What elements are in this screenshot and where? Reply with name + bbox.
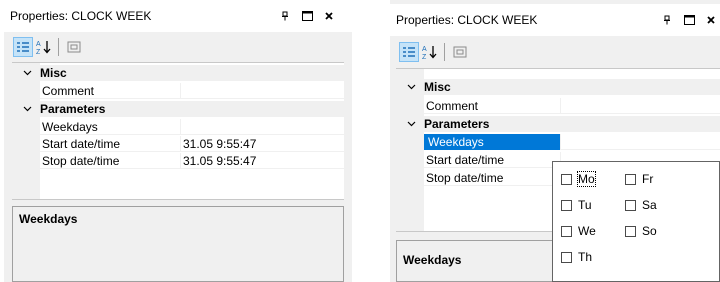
categorized-icon[interactable] — [399, 42, 419, 62]
checkbox[interactable] — [625, 173, 636, 185]
maximize-icon[interactable] — [678, 9, 700, 31]
category-label: Misc — [40, 66, 67, 80]
window-buttons — [274, 0, 340, 32]
property-name: Weekdays — [424, 134, 560, 150]
description-title: Weekdays — [403, 253, 462, 267]
category-parameters[interactable]: Parameters — [396, 116, 720, 132]
checkbox[interactable] — [561, 225, 572, 237]
property-value[interactable] — [560, 134, 563, 150]
property-row-stop-datetime[interactable]: Stop date/time 31.05 9:55:47 — [12, 153, 344, 169]
toolbar: AZ — [4, 33, 352, 60]
checkbox[interactable] — [625, 199, 636, 211]
category-misc[interactable]: Misc — [396, 79, 720, 95]
weekday-option-fr[interactable]: Fr — [625, 171, 653, 187]
weekday-label: We — [578, 224, 596, 238]
svg-text:A: A — [422, 46, 427, 53]
property-row-weekdays[interactable]: Weekdays — [12, 119, 344, 135]
close-icon[interactable] — [318, 5, 340, 27]
maximize-icon[interactable] — [296, 5, 318, 27]
panel-title: Properties: CLOCK WEEK — [396, 13, 538, 27]
toolbar-separator — [58, 37, 59, 56]
property-name: Stop date/time — [42, 154, 120, 168]
chevron-down-icon[interactable] — [402, 116, 420, 132]
property-grid: Misc Comment Parameters Weekdays Start d… — [12, 62, 344, 200]
property-row-start-datetime[interactable]: Start date/time 31.05 9:55:47 — [12, 136, 344, 152]
property-name: Stop date/time — [426, 171, 504, 185]
pin-icon[interactable] — [656, 9, 678, 31]
checkbox[interactable] — [561, 199, 572, 211]
chevron-down-icon[interactable] — [18, 101, 36, 117]
property-value[interactable]: 31.05 9:55:47 — [180, 136, 256, 152]
svg-text:A: A — [36, 41, 41, 48]
property-pages-icon[interactable] — [64, 37, 84, 57]
weekday-option-tu[interactable]: Tu — [561, 197, 592, 213]
category-misc[interactable]: Misc — [12, 65, 344, 81]
checkbox[interactable] — [625, 225, 636, 237]
property-row-weekdays[interactable]: Weekdays — [396, 134, 720, 150]
weekday-label: So — [642, 224, 657, 238]
weekdays-dropdown: Mo Tu We Th Fr Sa So — [552, 161, 720, 282]
weekday-option-so[interactable]: So — [625, 223, 657, 239]
weekday-label: Th — [578, 250, 593, 264]
properties-panel-left: Properties: CLOCK WEEK AZ Misc Comment P… — [4, 0, 352, 282]
chevron-down-icon[interactable] — [402, 79, 420, 95]
sort-alpha-icon[interactable]: AZ — [420, 42, 440, 62]
property-row-comment[interactable]: Comment — [396, 98, 720, 114]
weekday-label: Sa — [642, 198, 657, 212]
panel-title: Properties: CLOCK WEEK — [10, 9, 152, 23]
weekday-option-sa[interactable]: Sa — [625, 197, 657, 213]
weekday-label: Mo — [577, 171, 596, 187]
property-name: Start date/time — [42, 137, 121, 151]
property-name: Comment — [426, 99, 479, 113]
property-pages-icon[interactable] — [450, 42, 470, 62]
weekday-label: Fr — [642, 172, 654, 186]
svg-text:Z: Z — [422, 54, 427, 60]
weekday-label: Tu — [578, 198, 592, 212]
weekday-option-mo[interactable]: Mo — [561, 171, 596, 187]
pin-icon[interactable] — [274, 5, 296, 27]
property-row-comment[interactable]: Comment — [12, 83, 344, 99]
property-value[interactable]: 31.05 9:55:47 — [180, 153, 256, 169]
close-icon[interactable] — [700, 9, 720, 31]
weekday-option-th[interactable]: Th — [561, 249, 592, 265]
property-value[interactable] — [560, 98, 563, 114]
category-parameters[interactable]: Parameters — [12, 101, 344, 117]
category-label: Parameters — [40, 102, 106, 116]
category-label: Parameters — [424, 117, 490, 131]
description-pane: Weekdays — [12, 206, 344, 282]
property-name: Start date/time — [426, 153, 505, 167]
checkbox[interactable] — [561, 173, 572, 185]
window-buttons — [656, 4, 720, 36]
toolbar: AZ — [390, 38, 720, 66]
property-value[interactable] — [180, 119, 183, 135]
property-name: Weekdays — [42, 120, 98, 134]
description-title: Weekdays — [19, 212, 78, 226]
categorized-icon[interactable] — [13, 36, 33, 57]
svg-text:Z: Z — [36, 49, 41, 55]
property-value[interactable] — [180, 83, 183, 99]
property-name: Comment — [42, 84, 95, 98]
category-label: Misc — [424, 80, 451, 94]
weekday-option-we[interactable]: We — [561, 223, 596, 239]
toolbar-separator — [444, 43, 445, 61]
checkbox[interactable] — [561, 251, 572, 263]
sort-alpha-icon[interactable]: AZ — [34, 37, 54, 57]
chevron-down-icon[interactable] — [18, 65, 36, 81]
